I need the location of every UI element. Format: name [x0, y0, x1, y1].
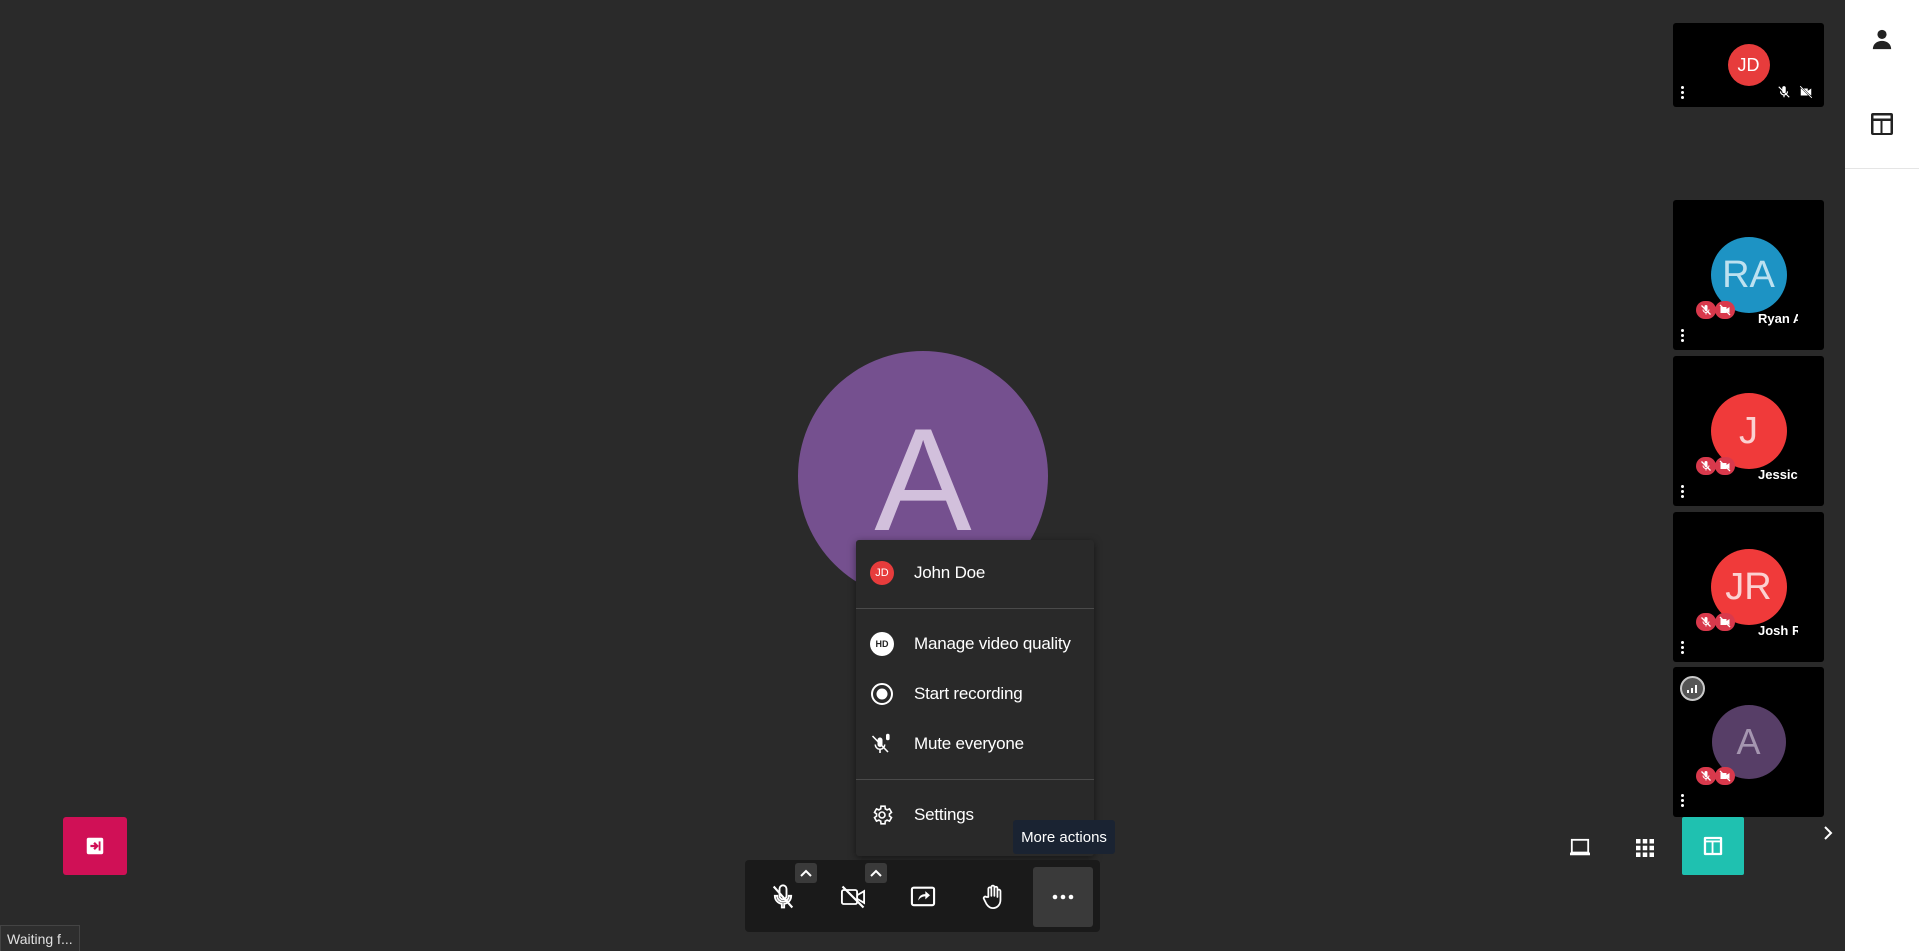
user-avatar: JD: [870, 561, 894, 585]
menu-item-label: Manage video quality: [914, 634, 1071, 653]
mic-off-icon: [1778, 86, 1790, 98]
participant-name: Jessica: [1758, 467, 1798, 482]
tile-options-icon[interactable]: [1681, 86, 1685, 99]
tile-options-icon[interactable]: [1681, 329, 1685, 342]
connection-signal-icon[interactable]: [1680, 676, 1705, 701]
menu-item-label: Mute everyone: [914, 734, 1024, 753]
more-actions-tooltip: More actions: [1013, 820, 1115, 854]
toggle-filmstrip-button[interactable]: [1818, 820, 1838, 846]
camera-off-badge: [1715, 301, 1735, 319]
participant-tile-jd[interactable]: JD: [1673, 23, 1824, 107]
participant-name: Josh R: [1758, 623, 1798, 638]
participant-avatar: JD: [1727, 44, 1770, 86]
participant-tile-ryan[interactable]: RA Ryan A: [1673, 200, 1824, 350]
share-screen-icon: [910, 886, 936, 907]
participants-button[interactable]: [1864, 21, 1900, 57]
right-rail: [1845, 0, 1919, 951]
layout-button[interactable]: [1864, 106, 1900, 142]
hd-icon: HD: [870, 632, 894, 656]
toggle-camera-button[interactable]: [823, 867, 883, 927]
camera-off-badge: [1715, 457, 1735, 475]
tile-options-icon[interactable]: [1681, 641, 1685, 654]
raise-hand-button[interactable]: [963, 867, 1023, 927]
camera-off-badge: [1715, 613, 1735, 631]
menu-item-mute-everyone[interactable]: Mute everyone: [856, 724, 1094, 764]
grid-view-button[interactable]: [1614, 822, 1676, 874]
grid-icon: [1636, 839, 1654, 857]
stage-layout-icon: [1703, 836, 1723, 856]
camera-off-icon: [840, 885, 866, 909]
gear-icon: [873, 805, 893, 825]
exit-icon: [86, 837, 104, 855]
main-speaker-initial: A: [874, 398, 972, 561]
menu-item-start-recording[interactable]: Start recording: [856, 674, 1094, 714]
meeting-toolbar: [745, 860, 1100, 932]
stage-view-button[interactable]: [1682, 817, 1744, 875]
whiteboard-icon: [1570, 838, 1590, 856]
more-actions-button[interactable]: [1033, 867, 1093, 927]
record-icon: [871, 683, 893, 705]
leave-meeting-button[interactable]: [63, 817, 127, 875]
muted-mic-badge: [1696, 457, 1716, 475]
camera-off-icon: [1799, 85, 1813, 99]
raise-hand-icon: [982, 884, 1002, 909]
menu-item-label: Settings: [914, 805, 974, 824]
toggle-mic-button[interactable]: [753, 867, 813, 927]
participant-tile-josh[interactable]: JR Josh R: [1673, 512, 1824, 662]
whiteboard-button[interactable]: [1549, 822, 1611, 874]
chevron-right-icon: [1824, 826, 1833, 840]
menu-divider: [856, 779, 1094, 780]
camera-off-badge: [1715, 767, 1735, 785]
rail-divider: [1845, 168, 1919, 169]
muted-mic-badge: [1696, 613, 1716, 631]
muted-mic-badge: [1696, 301, 1716, 319]
tile-options-icon[interactable]: [1681, 794, 1685, 807]
more-actions-menu: JD John Doe HD Manage video quality Star…: [856, 540, 1094, 856]
more-icon: [1052, 894, 1074, 900]
meeting-stage: A JD RA Ryan A J Jessica JR Josh R A: [0, 0, 1845, 951]
menu-item-label: John Doe: [914, 563, 986, 582]
menu-item-label: Start recording: [914, 684, 1023, 703]
tile-options-icon[interactable]: [1681, 485, 1685, 498]
layout-icon: [1871, 113, 1893, 135]
participant-tile-self[interactable]: A: [1673, 667, 1824, 817]
menu-item-video-quality[interactable]: HD Manage video quality: [856, 624, 1094, 664]
participant-tile-jessica[interactable]: J Jessica: [1673, 356, 1824, 506]
menu-divider: [856, 608, 1094, 609]
status-bar: Waiting f...: [0, 925, 80, 951]
share-screen-button[interactable]: [893, 867, 953, 927]
menu-item-user[interactable]: JD John Doe: [856, 553, 1094, 593]
participant-name: Ryan A: [1758, 311, 1798, 326]
person-icon: [1872, 29, 1892, 50]
muted-mic-badge: [1696, 767, 1716, 785]
mic-off-icon: [772, 884, 794, 909]
mute-everyone-icon: [871, 733, 890, 753]
